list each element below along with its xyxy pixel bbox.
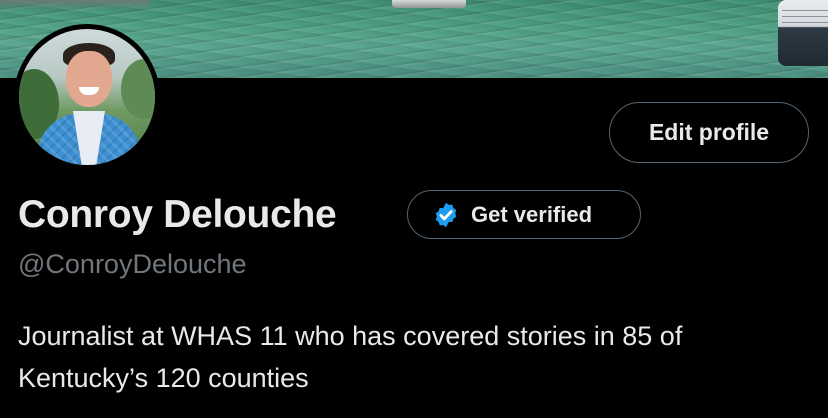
profile-header: Edit profile Conroy Delouche Get verifie… xyxy=(0,0,828,418)
verified-badge-icon xyxy=(435,202,457,227)
bio-line: Kentucky’s 120 counties xyxy=(18,363,309,393)
banner-boat xyxy=(392,0,466,8)
get-verified-button[interactable]: Get verified xyxy=(407,190,641,239)
profile-avatar[interactable] xyxy=(14,24,160,170)
bio-line: Journalist at WHAS 11 who has covered st… xyxy=(18,321,683,351)
edit-profile-button[interactable]: Edit profile xyxy=(609,102,809,163)
banner-ship xyxy=(778,0,828,66)
profile-handle: @ConroyDelouche xyxy=(18,249,247,279)
get-verified-label: Get verified xyxy=(471,201,593,227)
display-name: Conroy Delouche xyxy=(18,193,337,236)
avatar-photo xyxy=(19,29,155,165)
profile-bio: Journalist at WHAS 11 who has covered st… xyxy=(18,315,818,399)
banner-pier xyxy=(0,0,150,10)
